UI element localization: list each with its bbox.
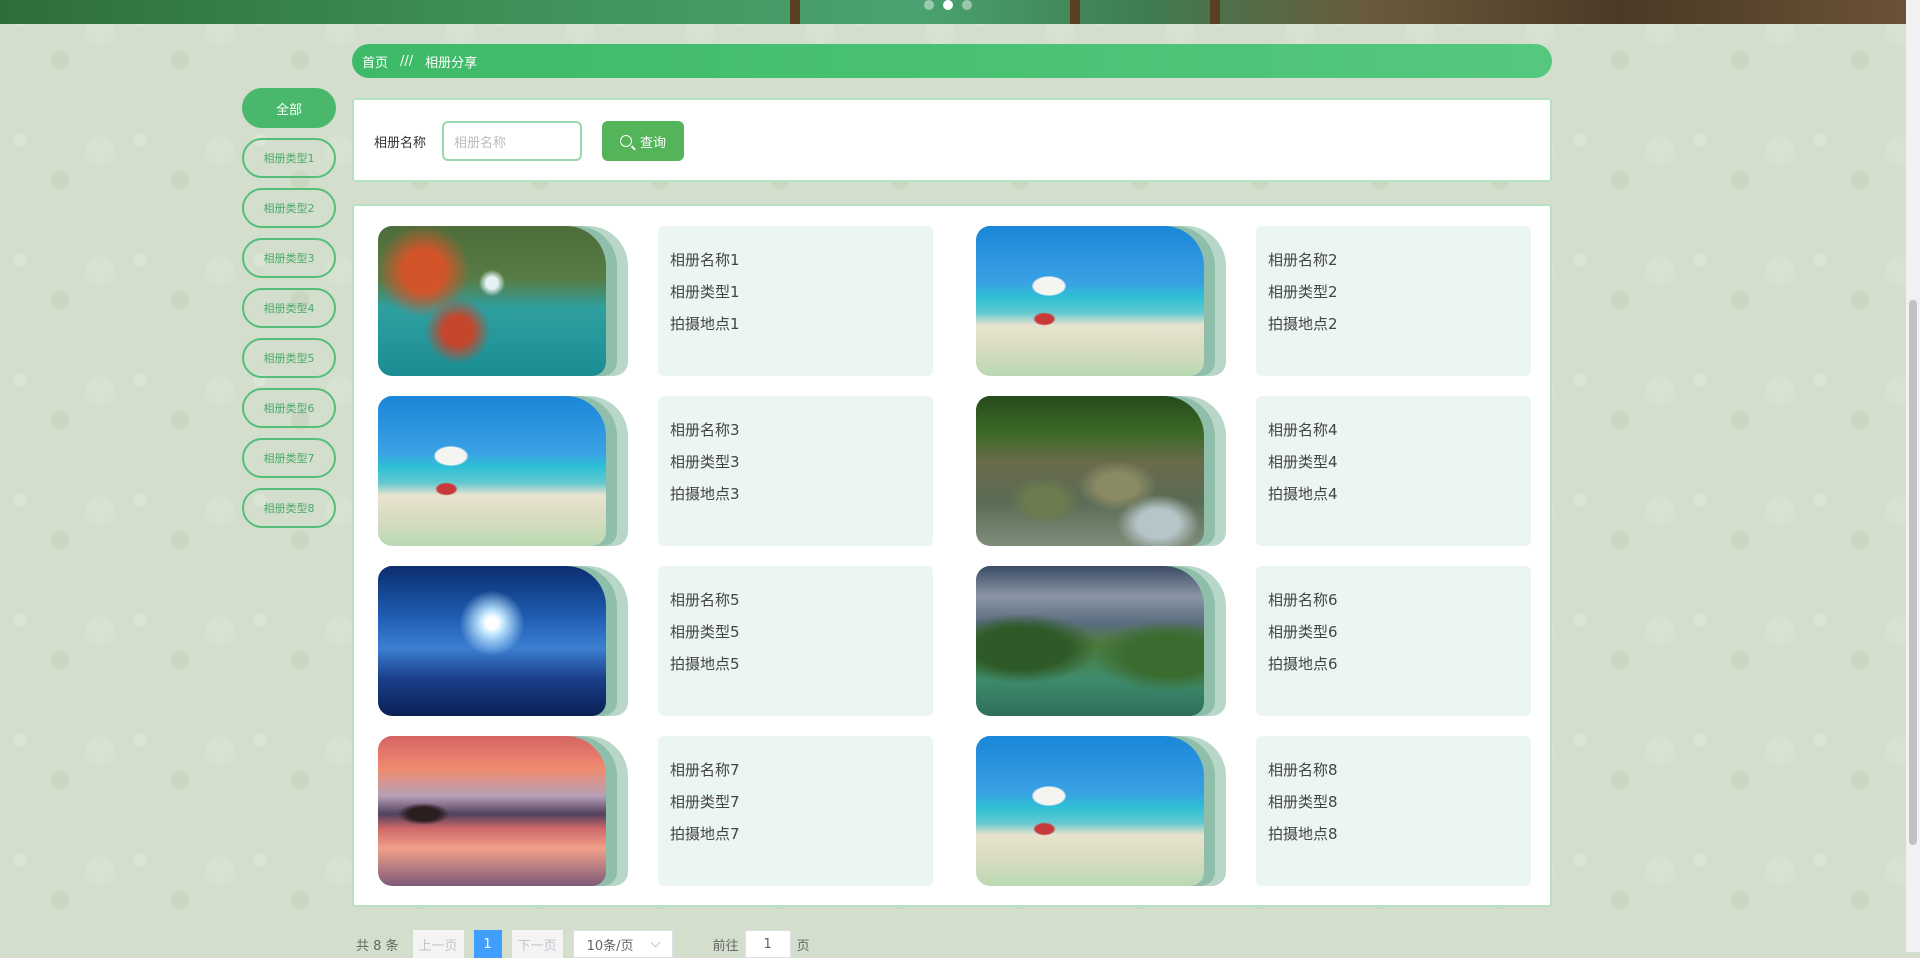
pagination-total: 共 8 条 xyxy=(356,938,399,954)
album-type: 相册类型7 xyxy=(670,793,740,811)
page-size-select[interactable]: 10条/页 xyxy=(572,930,673,958)
category-button[interactable]: 相册类型1 xyxy=(242,138,336,178)
album-name: 相册名称5 xyxy=(670,591,740,609)
album-image-card[interactable] xyxy=(378,226,628,376)
breadcrumb-separator: /// xyxy=(400,53,414,69)
carousel-dot[interactable] xyxy=(962,0,972,10)
album-info-card[interactable]: 相册名称8 相册类型8 拍摄地点8 xyxy=(1256,736,1531,886)
category-button[interactable]: 相册类型4 xyxy=(242,288,336,328)
album-location: 拍摄地点2 xyxy=(1268,315,1338,333)
album-cover-image xyxy=(378,736,606,886)
category-button[interactable]: 相册类型7 xyxy=(242,438,336,478)
album-type: 相册类型4 xyxy=(1268,453,1338,471)
album-info-card[interactable]: 相册名称5 相册类型5 拍摄地点5 xyxy=(658,566,933,716)
page-size-value: 10条/页 xyxy=(586,938,634,954)
album-image-card[interactable] xyxy=(976,736,1226,886)
album-cover-image xyxy=(378,226,606,376)
search-panel: 相册名称 相册名称 查询 xyxy=(352,98,1552,182)
page-scrollbar[interactable] xyxy=(1906,0,1920,952)
album-location: 拍摄地点7 xyxy=(670,825,740,843)
page-number-current[interactable]: 1 xyxy=(473,930,502,958)
album-name: 相册名称6 xyxy=(1268,591,1338,609)
album-info-card[interactable]: 相册名称2 相册类型2 拍摄地点2 xyxy=(1256,226,1531,376)
category-button[interactable]: 相册类型2 xyxy=(242,188,336,228)
album-location: 拍摄地点5 xyxy=(670,655,740,673)
album-location: 拍摄地点6 xyxy=(1268,655,1338,673)
breadcrumb-home[interactable]: 首页 xyxy=(362,52,388,71)
carousel-banner[interactable] xyxy=(0,0,1906,24)
banner-scenery xyxy=(1070,0,1080,24)
category-button[interactable]: 相册类型6 xyxy=(242,388,336,428)
carousel-dot[interactable] xyxy=(924,0,934,10)
album-type: 相册类型2 xyxy=(1268,283,1338,301)
album-location: 拍摄地点3 xyxy=(670,485,740,503)
pagination: 共 8 条 上一页 1 下一页 10条/页 前往 1 页 xyxy=(356,930,810,958)
breadcrumb-current: 相册分享 xyxy=(425,55,478,71)
album-image-card[interactable] xyxy=(378,566,628,716)
album-info-card[interactable]: 相册名称6 相册类型6 拍摄地点6 xyxy=(1256,566,1531,716)
album-name: 相册名称2 xyxy=(1268,251,1338,269)
album-image-card[interactable] xyxy=(976,566,1226,716)
album-cover-image xyxy=(976,226,1204,376)
album-grid: 相册名称1 相册类型1 拍摄地点1 相册名称2 相册类型2 拍摄地点2 相册名称… xyxy=(352,204,1552,907)
album-name: 相册名称8 xyxy=(1268,761,1338,779)
album-type: 相册类型1 xyxy=(670,283,740,301)
album-cover-image xyxy=(976,736,1204,886)
album-name-label: 相册名称 xyxy=(374,136,427,151)
prev-page-button[interactable]: 上一页 xyxy=(412,930,464,958)
search-button-label: 查询 xyxy=(639,135,666,151)
album-info-card[interactable]: 相册名称7 相册类型7 拍摄地点7 xyxy=(658,736,933,886)
album-name: 相册名称3 xyxy=(670,421,740,439)
album-type: 相册类型3 xyxy=(670,453,740,471)
album-location: 拍摄地点8 xyxy=(1268,825,1338,843)
carousel-dot-active[interactable] xyxy=(943,0,953,10)
scrollbar-thumb[interactable] xyxy=(1909,300,1917,845)
carousel-indicators xyxy=(924,0,972,12)
category-button[interactable]: 相册类型8 xyxy=(242,488,336,528)
chevron-down-icon xyxy=(650,937,660,947)
album-info-card[interactable]: 相册名称1 相册类型1 拍摄地点1 xyxy=(658,226,933,376)
album-image-card[interactable] xyxy=(378,736,628,886)
album-cover-image xyxy=(378,396,606,546)
album-type: 相册类型8 xyxy=(1268,793,1338,811)
album-image-card[interactable] xyxy=(976,396,1226,546)
category-sidebar: 全部 相册类型1 相册类型2 相册类型3 相册类型4 相册类型5 相册类型6 相… xyxy=(242,88,336,538)
goto-prefix: 前往 xyxy=(712,938,739,954)
album-name: 相册名称4 xyxy=(1268,421,1338,439)
banner-scenery xyxy=(1210,0,1220,24)
album-cover-image xyxy=(976,566,1204,716)
album-type: 相册类型5 xyxy=(670,623,740,641)
banner-scenery xyxy=(790,0,800,24)
category-button[interactable]: 相册类型3 xyxy=(242,238,336,278)
next-page-button[interactable]: 下一页 xyxy=(511,930,563,958)
album-type: 相册类型6 xyxy=(1268,623,1338,641)
category-button[interactable]: 相册类型5 xyxy=(242,338,336,378)
category-all-button[interactable]: 全部 xyxy=(242,88,336,128)
album-info-card[interactable]: 相册名称4 相册类型4 拍摄地点4 xyxy=(1256,396,1531,546)
album-name-input[interactable]: 相册名称 xyxy=(442,121,582,161)
album-image-card[interactable] xyxy=(976,226,1226,376)
album-image-card[interactable] xyxy=(378,396,628,546)
goto-suffix: 页 xyxy=(796,938,810,954)
album-cover-image xyxy=(976,396,1204,546)
album-name: 相册名称7 xyxy=(670,761,740,779)
album-name: 相册名称1 xyxy=(670,251,740,269)
album-cover-image xyxy=(378,566,606,716)
goto-page-input[interactable]: 1 xyxy=(744,930,791,958)
search-button[interactable]: 查询 xyxy=(602,121,684,161)
album-location: 拍摄地点1 xyxy=(670,315,740,333)
album-info-card[interactable]: 相册名称3 相册类型3 拍摄地点3 xyxy=(658,396,933,546)
search-icon xyxy=(619,135,632,147)
album-location: 拍摄地点4 xyxy=(1268,485,1338,503)
breadcrumb: 首页 /// 相册分享 xyxy=(352,44,1552,78)
album-name-placeholder: 相册名称 xyxy=(454,135,507,151)
